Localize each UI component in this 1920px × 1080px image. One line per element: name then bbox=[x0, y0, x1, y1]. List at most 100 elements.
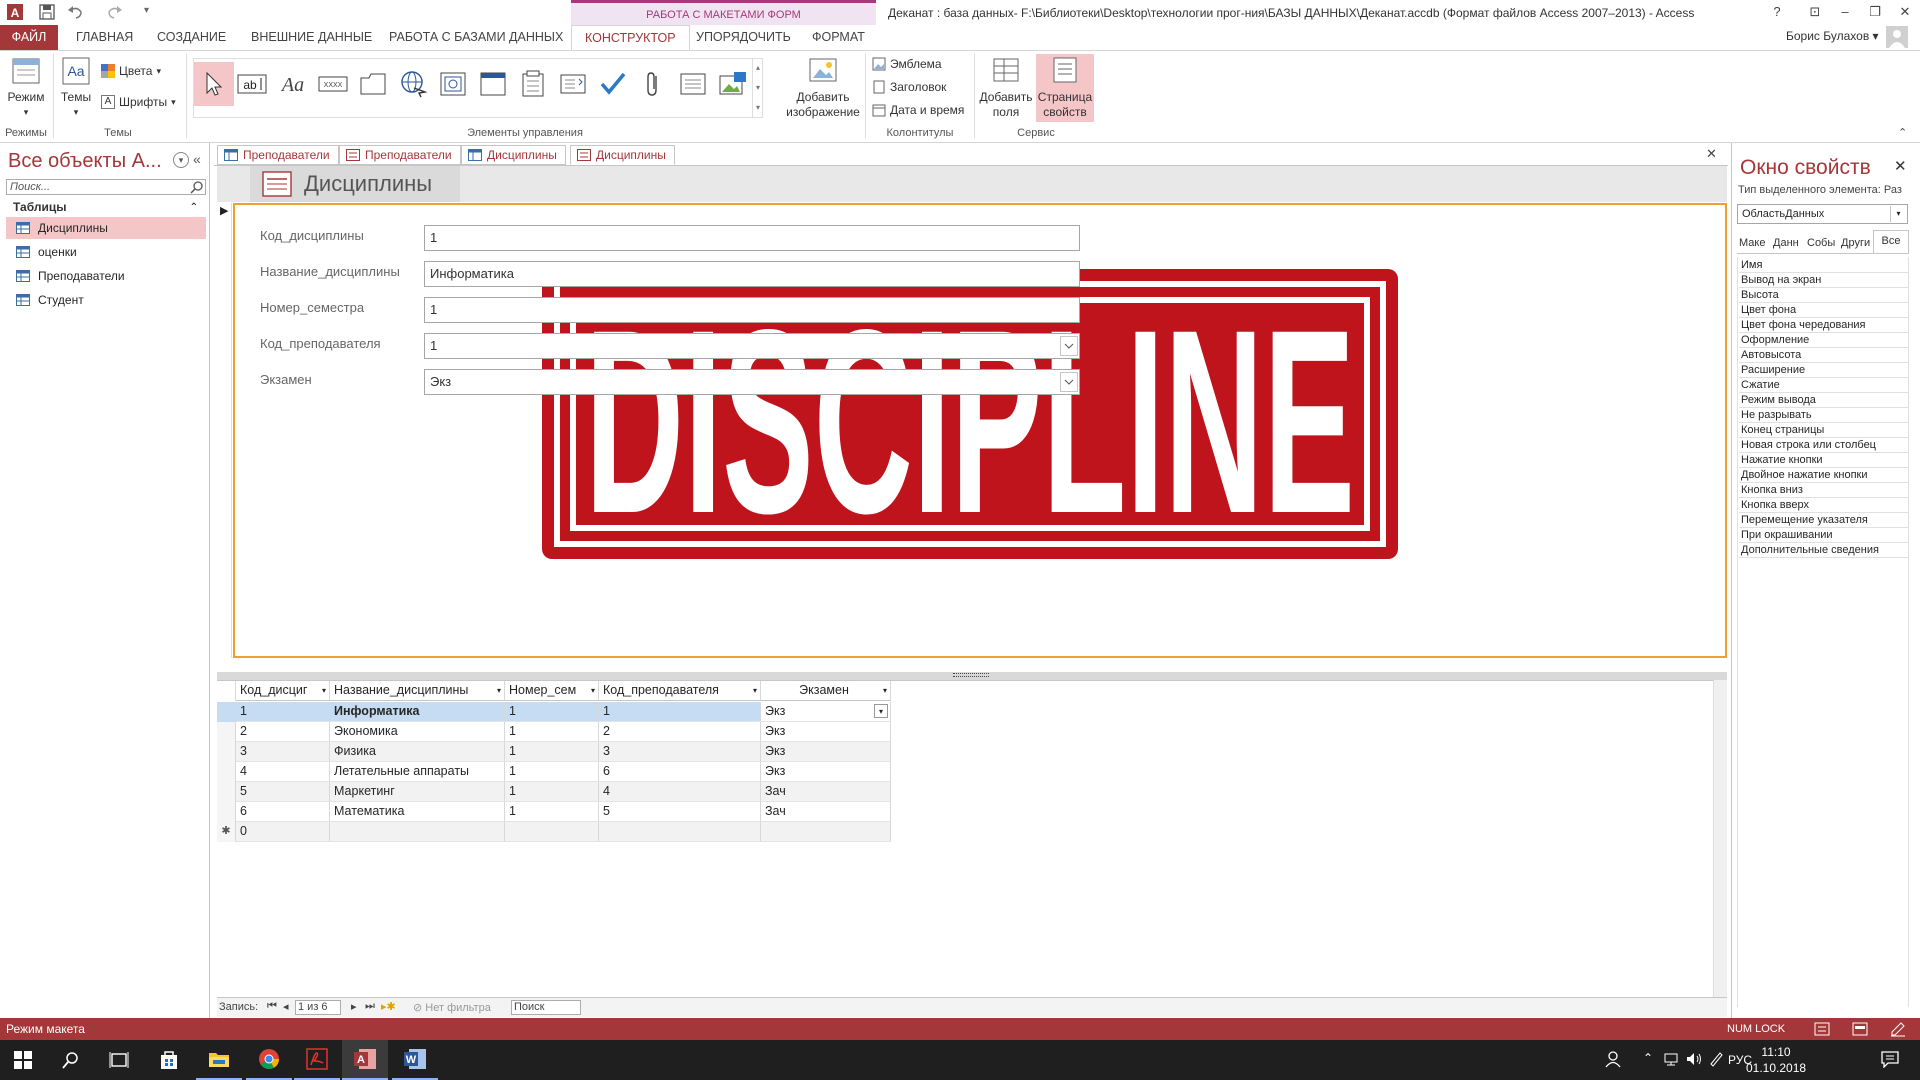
access-taskbar-icon[interactable]: A bbox=[342, 1040, 388, 1080]
chevron-down-icon[interactable] bbox=[1060, 336, 1078, 356]
tab-external-data[interactable]: ВНЕШНИЕ ДАННЫЕ bbox=[238, 25, 385, 50]
hyperlink-control-icon[interactable] bbox=[393, 62, 433, 106]
volume-icon[interactable] bbox=[1685, 1051, 1703, 1067]
table-cell[interactable] bbox=[761, 822, 891, 842]
table-cell[interactable]: 0 bbox=[236, 822, 330, 842]
logo-button[interactable]: Эмблема bbox=[872, 57, 942, 71]
close-button[interactable]: ✕ bbox=[1890, 2, 1920, 22]
chevron-down-icon[interactable]: ▾ bbox=[874, 704, 888, 718]
tab-design[interactable]: КОНСТРУКТОР bbox=[571, 25, 690, 51]
record-selector[interactable] bbox=[218, 203, 232, 658]
navigation-control-icon[interactable] bbox=[473, 62, 513, 106]
table-cell[interactable]: 5 bbox=[599, 802, 761, 822]
splitter-grip[interactable] bbox=[953, 673, 989, 677]
table-cell[interactable]: Экз bbox=[761, 762, 891, 782]
field-teacher-code[interactable]: 1 bbox=[424, 333, 1080, 359]
field-discipline-code[interactable]: 1 bbox=[424, 225, 1080, 251]
textbox-control-icon[interactable]: ab bbox=[232, 62, 272, 106]
table-row[interactable]: 6 Математика 1 5 Зач bbox=[217, 802, 891, 822]
vertical-scrollbar[interactable] bbox=[1713, 680, 1727, 997]
table-row[interactable]: 2 Экономика 1 2 Экз bbox=[217, 722, 891, 742]
close-property-sheet-icon[interactable]: ✕ bbox=[1894, 157, 1907, 175]
datetime-button[interactable]: Дата и время bbox=[872, 103, 964, 117]
avatar[interactable] bbox=[1886, 26, 1908, 48]
option-group-control-icon[interactable] bbox=[513, 62, 553, 106]
table-cell[interactable]: Экз bbox=[761, 742, 891, 762]
nav-item-grades[interactable]: оценки bbox=[6, 241, 206, 263]
heading-button[interactable]: Заголовок bbox=[872, 80, 946, 94]
table-cell[interactable]: 2 bbox=[599, 722, 761, 742]
field-exam[interactable]: Экз bbox=[424, 369, 1080, 395]
table-cell[interactable] bbox=[599, 822, 761, 842]
people-icon[interactable] bbox=[1604, 1050, 1622, 1068]
table-cell[interactable]: 3 bbox=[599, 742, 761, 762]
nav-item-teachers[interactable]: Преподаватели bbox=[6, 265, 206, 287]
subform-control-icon[interactable] bbox=[673, 62, 713, 106]
tab-control-icon[interactable] bbox=[353, 62, 393, 106]
notifications-icon[interactable] bbox=[1880, 1050, 1900, 1068]
tab-data[interactable]: Данн bbox=[1771, 233, 1803, 253]
tab-file[interactable]: ФАЙЛ bbox=[0, 25, 58, 50]
colors-button[interactable]: Цвета ▾ bbox=[101, 64, 161, 78]
themes-button[interactable]: Aa Темы ▾ bbox=[58, 56, 94, 120]
windows-start-icon[interactable] bbox=[0, 1040, 46, 1080]
collapse-ribbon-icon[interactable]: ⌃ bbox=[1898, 126, 1907, 139]
attachment-control-icon[interactable] bbox=[633, 62, 673, 106]
table-cell[interactable]: Экз ▾ bbox=[761, 702, 891, 722]
filter-indicator[interactable]: ⊘ Нет фильтра bbox=[413, 1001, 491, 1014]
table-cell[interactable]: Экз bbox=[761, 722, 891, 742]
table-cell[interactable]: 3 bbox=[236, 742, 330, 762]
next-record-icon[interactable]: ▸ bbox=[351, 1000, 357, 1013]
doc-tab-teachers-form[interactable]: Преподаватели bbox=[339, 145, 461, 165]
nav-item-student[interactable]: Студент bbox=[6, 289, 206, 311]
field-discipline-name[interactable]: Информатика bbox=[424, 261, 1080, 287]
column-filter-icon[interactable]: ▾ bbox=[883, 681, 887, 700]
doc-tab-disciplines-table[interactable]: Дисциплины bbox=[461, 145, 566, 165]
tab-database-tools[interactable]: РАБОТА С БАЗАМИ ДАННЫХ bbox=[376, 25, 576, 50]
nav-title[interactable]: Все объекты A... bbox=[8, 150, 162, 173]
clock[interactable]: 11:10 01.10.2018 bbox=[1746, 1044, 1806, 1076]
pen-icon[interactable] bbox=[1708, 1051, 1724, 1067]
property-sheet-button[interactable]: Страница свойств bbox=[1036, 54, 1094, 122]
table-cell[interactable]: 1 bbox=[599, 702, 761, 722]
table-cell[interactable]: 6 bbox=[236, 802, 330, 822]
select-all-corner[interactable] bbox=[217, 681, 236, 701]
row-selector[interactable] bbox=[217, 802, 236, 822]
column-header[interactable]: Номер_сем ▾ bbox=[505, 681, 599, 701]
table-cell[interactable]: 1 bbox=[505, 782, 599, 802]
gallery-scroll[interactable]: ▴ ▾ ▾ bbox=[752, 58, 763, 118]
table-cell[interactable]: 1 bbox=[236, 702, 330, 722]
column-filter-icon[interactable]: ▾ bbox=[497, 681, 501, 700]
table-cell[interactable]: Математика bbox=[330, 802, 505, 822]
new-record-nav-icon[interactable]: ▸✱ bbox=[381, 1000, 396, 1013]
table-cell[interactable]: Летательные аппараты bbox=[330, 762, 505, 782]
row-selector[interactable] bbox=[217, 762, 236, 782]
mode-button[interactable]: Режим ▾ bbox=[6, 56, 46, 120]
tab-events[interactable]: Собы bbox=[1805, 233, 1837, 253]
table-cell[interactable]: 4 bbox=[236, 762, 330, 782]
add-fields-button[interactable]: Добавить поля bbox=[978, 56, 1034, 122]
help-button[interactable]: ? bbox=[1762, 2, 1792, 22]
select-pointer-icon[interactable] bbox=[194, 62, 234, 106]
tab-layout[interactable]: Маке bbox=[1737, 233, 1769, 253]
column-header[interactable]: Код_дисциг ▾ bbox=[236, 681, 330, 701]
chevron-down-icon[interactable]: ▾ bbox=[1890, 206, 1906, 222]
form-view-icon[interactable] bbox=[1814, 1021, 1830, 1037]
restore-button[interactable]: ❐ bbox=[1860, 2, 1890, 22]
nav-search-input[interactable]: Поиск... bbox=[6, 179, 206, 195]
nav-section-tables[interactable]: Таблицы ⌃ bbox=[6, 198, 206, 217]
design-view-icon[interactable] bbox=[1890, 1021, 1906, 1037]
table-cell[interactable] bbox=[330, 822, 505, 842]
previous-record-icon[interactable]: ◂ bbox=[283, 1000, 289, 1013]
minimize-button[interactable]: – bbox=[1830, 2, 1860, 22]
record-search-input[interactable]: Поиск bbox=[511, 1000, 581, 1015]
network-icon[interactable] bbox=[1663, 1051, 1679, 1067]
column-header[interactable]: Экзамен ▾ bbox=[761, 681, 891, 701]
table-cell[interactable] bbox=[505, 822, 599, 842]
checkbox-control-icon[interactable] bbox=[593, 62, 633, 106]
fonts-button[interactable]: A Шрифты ▾ bbox=[101, 95, 176, 109]
table-cell[interactable]: 1 bbox=[505, 742, 599, 762]
row-selector[interactable] bbox=[217, 702, 236, 722]
chevron-down-icon[interactable] bbox=[1060, 372, 1078, 392]
table-cell[interactable]: 5 bbox=[236, 782, 330, 802]
